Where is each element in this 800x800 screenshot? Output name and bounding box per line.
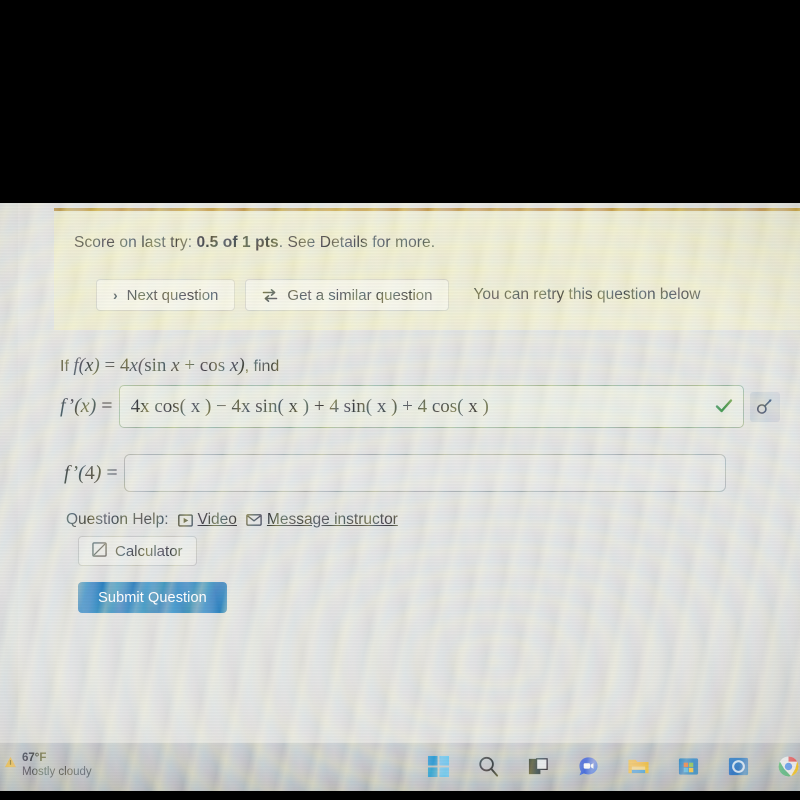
derivative-answer-value: 4x cos( x ) − 4x sin( x ) + 4 sin( x ) +… — [130, 395, 489, 417]
check-icon — [715, 397, 733, 415]
next-question-label: Next question — [126, 286, 219, 304]
message-instructor-label: Message instructor — [266, 511, 398, 528]
submit-question-button[interactable]: Submit Question — [78, 582, 227, 613]
calculator-button[interactable]: Calculator — [78, 536, 197, 566]
derivative-label: f’(x) = — [60, 395, 113, 417]
envelope-icon — [246, 514, 262, 526]
answer-preview-button[interactable] — [749, 391, 780, 422]
task-view-icon[interactable] — [524, 752, 552, 780]
message-instructor-link[interactable]: Message instructor — [246, 511, 398, 529]
score-on-last-try-text: Score on last try: 0.5 of 1 pts. See Det… — [74, 234, 435, 252]
calculator-icon — [92, 541, 107, 561]
calculator-label: Calculator — [115, 542, 183, 560]
play-box-icon — [177, 513, 193, 527]
photographed-screen: Score on last try: 0.5 of 1 pts. See Det… — [0, 203, 800, 791]
weather-alert-icon — [4, 755, 17, 773]
zoom-icon[interactable] — [574, 752, 602, 780]
video-help-link[interactable]: Video — [177, 511, 237, 529]
microsoft-store-icon[interactable] — [674, 752, 702, 780]
prompt-function: f(x) = 4x(sin x + cos x) — [73, 355, 245, 376]
screenshot-root: Score on last try: 0.5 of 1 pts. See Det… — [0, 0, 800, 800]
prompt-prefix: If — [60, 358, 74, 375]
evaluate-label: f’(4) = — [64, 461, 118, 484]
chrome-icon[interactable] — [774, 752, 800, 780]
weather-temperature: 67°F — [22, 752, 47, 764]
question-help-row: Question Help: Video Message instructor — [66, 511, 398, 529]
start-icon[interactable] — [424, 752, 452, 780]
derivative-answer-row: f’(x) = 4x cos( x ) − 4x sin( x ) + 4 si… — [60, 385, 780, 428]
score-prefix: Score on last try: — [74, 234, 197, 251]
prompt-suffix: , find — [244, 358, 280, 375]
next-question-button[interactable]: › Next question — [96, 279, 236, 311]
score-suffix: . See Details for more. — [278, 234, 436, 251]
retry-notice-text: You can retry this question below — [473, 286, 701, 303]
video-help-label: Video — [197, 511, 237, 528]
webassign-page-body: Score on last try: 0.5 of 1 pts. See Det… — [18, 203, 800, 743]
answer-preview-icon — [757, 399, 772, 414]
weather-condition: Mostly cloudy — [22, 766, 92, 779]
outlook-icon[interactable] — [724, 752, 752, 780]
evaluate-answer-input[interactable] — [123, 454, 726, 492]
windows-taskbar: 67°F Mostly cloudy — [0, 743, 800, 791]
weather-widget[interactable]: 67°F Mostly cloudy — [22, 751, 92, 780]
alert-button-row: › Next question Get a similar question Y… — [96, 279, 700, 311]
derivative-answer-input[interactable]: 4x cos( x ) − 4x sin( x ) + 4 sin( x ) +… — [118, 385, 744, 428]
get-similar-question-button[interactable]: Get a similar question — [245, 279, 450, 311]
evaluate-answer-row: f’(4) = — [64, 454, 726, 492]
file-explorer-icon[interactable] — [624, 752, 652, 780]
taskbar-icon-group — [424, 752, 800, 780]
search-icon[interactable] — [474, 752, 502, 780]
swap-arrows-icon — [262, 288, 278, 303]
score-value: 0.5 of 1 pts — [196, 234, 279, 251]
question-prompt: If f(x) = 4x(sin x + cos x), find — [60, 355, 279, 377]
bottom-black-band — [0, 791, 800, 800]
score-alert-box: Score on last try: 0.5 of 1 pts. See Det… — [54, 208, 800, 330]
get-similar-question-label: Get a similar question — [287, 286, 433, 304]
chevron-right-icon: › — [113, 287, 118, 303]
question-help-label: Question Help: — [66, 511, 169, 528]
